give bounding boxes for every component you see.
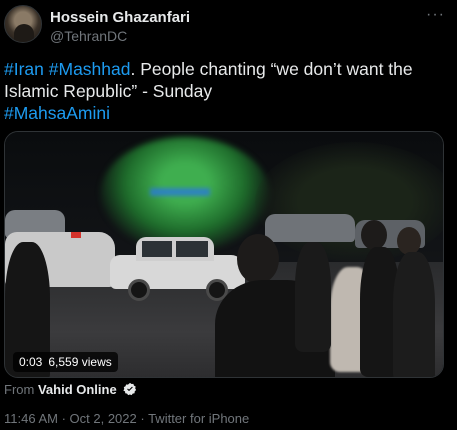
- tweet-timestamp[interactable]: 11:46 AM · Oct 2, 2022: [4, 411, 137, 426]
- video-time: 0:03: [19, 355, 43, 369]
- source-name[interactable]: Vahid Online: [38, 382, 117, 397]
- video-player[interactable]: 0:03 6,559 views: [4, 131, 444, 378]
- video-views: 6,559 views: [48, 355, 112, 369]
- meta-separator: ·: [136, 411, 149, 426]
- source-prefix: From: [4, 382, 35, 397]
- tweet-meta: 11:46 AM · Oct 2, 2022 · Twitter for iPh…: [4, 411, 249, 426]
- author-name[interactable]: Hossein Ghazanfari: [50, 9, 190, 26]
- hashtag-iran[interactable]: #Iran: [4, 59, 44, 79]
- avatar[interactable]: [4, 5, 42, 43]
- hashtag-mashhad[interactable]: #Mashhad: [49, 59, 131, 79]
- more-options-icon[interactable]: ···: [426, 6, 445, 24]
- tweet-client[interactable]: Twitter for iPhone: [148, 411, 249, 426]
- video-stats: 0:03 6,559 views: [13, 352, 118, 372]
- hashtag-mahsaamini[interactable]: #MahsaAmini: [4, 103, 110, 123]
- source-attribution: From Vahid Online: [4, 382, 137, 397]
- author-handle[interactable]: @TehranDC: [50, 28, 127, 44]
- verified-badge-icon: [123, 382, 137, 396]
- video-frame: [5, 132, 443, 377]
- tweet-header: Hossein Ghazanfari @TehranDC ···: [0, 0, 457, 56]
- tweet-text: #Iran #Mashhad. People chanting “we don’…: [4, 58, 449, 124]
